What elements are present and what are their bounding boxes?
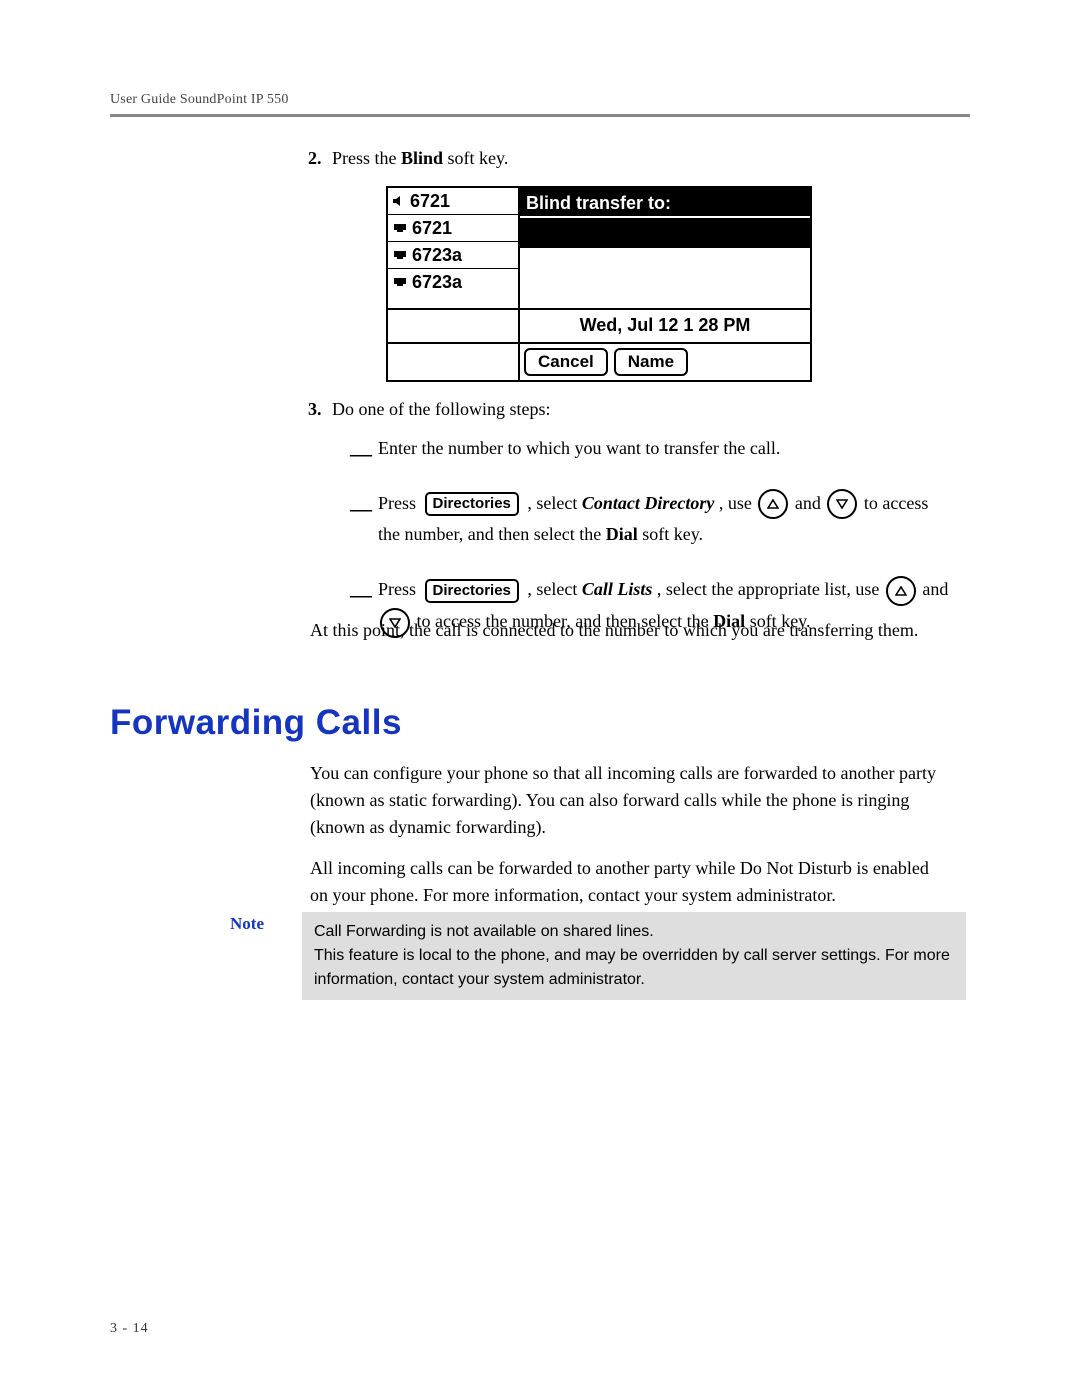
dash-icon: —	[350, 435, 372, 472]
line-key-3: 6723a	[388, 242, 518, 269]
line-ext: 6723a	[412, 242, 462, 269]
t: Press	[378, 493, 421, 513]
step2-text: Press the Blind soft key.	[332, 148, 508, 168]
phone-icon	[392, 249, 408, 261]
fwd-para-1: You can configure your phone so that all…	[310, 760, 950, 841]
note-body: Call Forwarding is not available on shar…	[302, 912, 966, 1000]
up-arrow-icon	[758, 489, 788, 519]
line-ext: 6721	[412, 215, 452, 242]
step-2: 2. Press the Blind soft key. 6721 6721	[310, 145, 950, 382]
softkey-name: Name	[614, 348, 688, 376]
line-ext: 6723a	[412, 269, 462, 296]
substep-b: — Press Directories , select Contact Dir…	[350, 488, 950, 550]
t: , use	[719, 493, 757, 513]
header-rule	[110, 114, 970, 117]
page-number: 3 - 14	[110, 1321, 149, 1337]
line-ext: 6721	[410, 188, 450, 215]
blind-label: Blind	[401, 148, 443, 168]
screen-title: Blind transfer to:	[520, 188, 810, 216]
up-arrow-icon	[886, 576, 916, 606]
step-number: 2.	[308, 145, 322, 172]
note-line-1: Call Forwarding is not available on shar…	[314, 923, 654, 940]
call-lists-label: Call Lists	[582, 579, 653, 599]
t: , select	[527, 579, 581, 599]
step-3: 3. Do one of the following steps: — Ente…	[310, 396, 950, 638]
step3-text: Do one of the following steps:	[332, 399, 550, 419]
line-key-2: 6721	[388, 215, 518, 242]
substep-a: — Enter the number to which you want to …	[350, 433, 950, 464]
t: , select	[527, 493, 581, 513]
line-key-4: 6723a	[388, 269, 518, 295]
dial-label: Dial	[606, 524, 638, 544]
step-number: 3.	[308, 396, 322, 423]
t: and	[922, 579, 948, 599]
t: Press	[378, 579, 421, 599]
t: soft key.	[443, 148, 508, 168]
section-heading: Forwarding Calls	[110, 703, 402, 743]
t: and	[795, 493, 826, 513]
line-key-1: 6721	[388, 188, 518, 215]
t: , select the appropriate list, use	[657, 579, 884, 599]
down-arrow-icon	[827, 489, 857, 519]
directories-button: Directories	[425, 579, 519, 603]
t: Press the	[332, 148, 401, 168]
phone-lcd: 6721 6721 6723a 6723a	[386, 186, 812, 382]
phone-icon	[392, 222, 408, 234]
note-line-2: This feature is local to the phone, and …	[314, 947, 950, 988]
phone-screenshot: 6721 6721 6723a 6723a	[386, 186, 950, 382]
contact-directory-label: Contact Directory	[582, 493, 715, 513]
softkey-cancel: Cancel	[524, 348, 608, 376]
dash-icon: —	[350, 576, 372, 613]
note-label: Note	[230, 912, 302, 934]
note-box: Note Call Forwarding is not available on…	[230, 912, 970, 1000]
phone-icon	[392, 276, 408, 288]
t: Enter the number to which you want to tr…	[378, 438, 780, 458]
dash-icon: —	[350, 490, 372, 527]
t: soft key.	[638, 524, 703, 544]
directories-button: Directories	[425, 492, 519, 516]
fwd-para-2: All incoming calls can be forwarded to a…	[310, 855, 950, 909]
speaker-icon	[392, 195, 406, 207]
running-header: User Guide SoundPoint IP 550	[110, 92, 289, 108]
input-field	[520, 216, 810, 246]
closing-paragraph: At this point, the call is connected to …	[310, 617, 930, 644]
datetime: Wed, Jul 12 1 28 PM	[519, 309, 811, 343]
